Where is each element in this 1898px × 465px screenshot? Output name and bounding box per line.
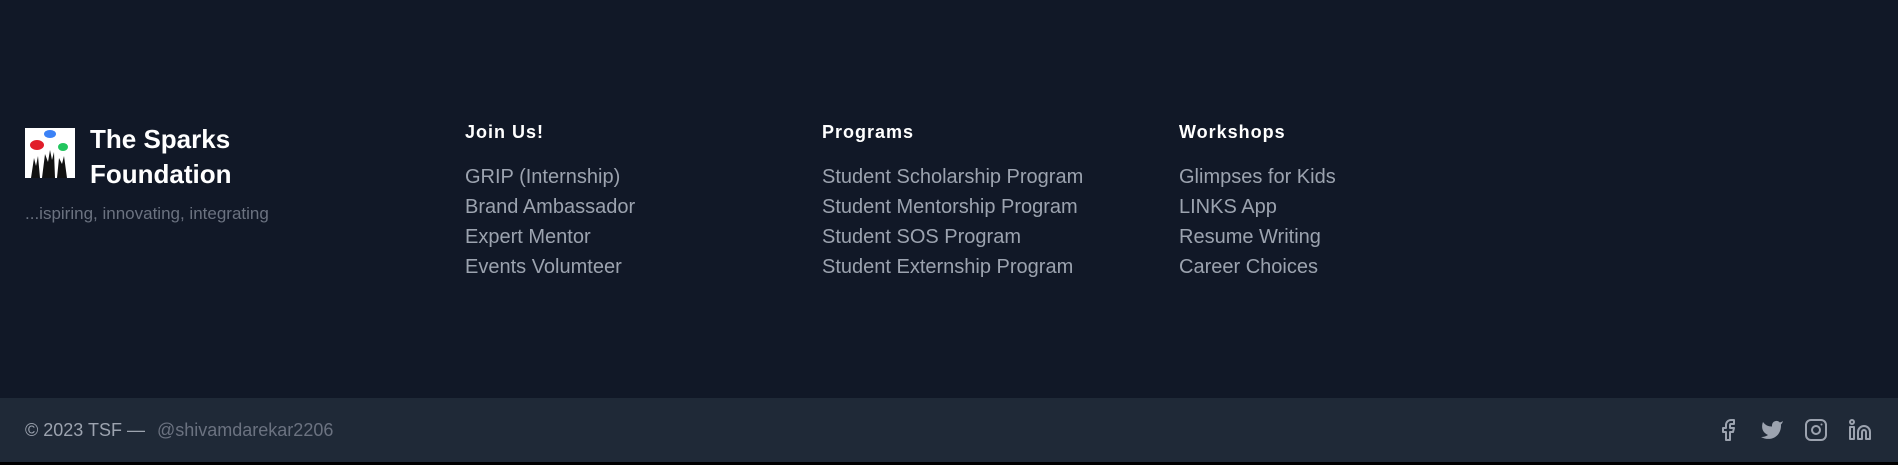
footer-link[interactable]: Brand Ambassador: [465, 192, 635, 222]
facebook-icon[interactable]: [1715, 417, 1741, 443]
footer-link[interactable]: Glimpses for Kids: [1179, 162, 1336, 192]
brand-tagline: ...ispiring, innovating, integrating: [25, 204, 269, 223]
column-title: Join Us!: [465, 122, 545, 142]
workshops-column: Workshops Glimpses for Kids LINKS App Re…: [1179, 122, 1336, 282]
footer-link[interactable]: LINKS App: [1179, 192, 1336, 222]
twitter-icon[interactable]: [1759, 417, 1785, 443]
join-us-column: Join Us! GRIP (Internship) Brand Ambassa…: [465, 122, 635, 282]
social-links: [1715, 417, 1873, 443]
linkedin-icon[interactable]: [1847, 417, 1873, 443]
footer-link[interactable]: Student Scholarship Program: [822, 162, 1083, 192]
bottom-bar: © 2023 TSF — @shivamdarekar2206: [0, 398, 1898, 465]
footer-link[interactable]: Resume Writing: [1179, 222, 1336, 252]
footer-link[interactable]: Student SOS Program: [822, 222, 1083, 252]
author-handle-link[interactable]: @shivamdarekar2206: [157, 420, 333, 441]
instagram-icon[interactable]: [1803, 417, 1829, 443]
programs-column: Programs Student Scholarship Program Stu…: [822, 122, 1083, 282]
column-title: Workshops: [1179, 122, 1286, 142]
sparks-logo[interactable]: [25, 128, 75, 178]
brand-block: The Sparks Foundation ...ispiring, innov…: [25, 122, 405, 224]
brand-name[interactable]: The Sparks Foundation: [90, 122, 270, 192]
footer-link[interactable]: Student Mentorship Program: [822, 192, 1083, 222]
copyright-text: © 2023 TSF —: [25, 419, 145, 440]
footer-main: The Sparks Foundation ...ispiring, innov…: [0, 0, 1898, 398]
column-title: Programs: [822, 122, 915, 142]
footer-link[interactable]: Career Choices: [1179, 252, 1336, 282]
footer-link[interactable]: Expert Mentor: [465, 222, 635, 252]
footer-link[interactable]: Student Externship Program: [822, 252, 1083, 282]
footer-link[interactable]: GRIP (Internship): [465, 162, 635, 192]
footer-link[interactable]: Events Volumteer: [465, 252, 635, 282]
brand-row[interactable]: The Sparks Foundation: [25, 122, 405, 192]
